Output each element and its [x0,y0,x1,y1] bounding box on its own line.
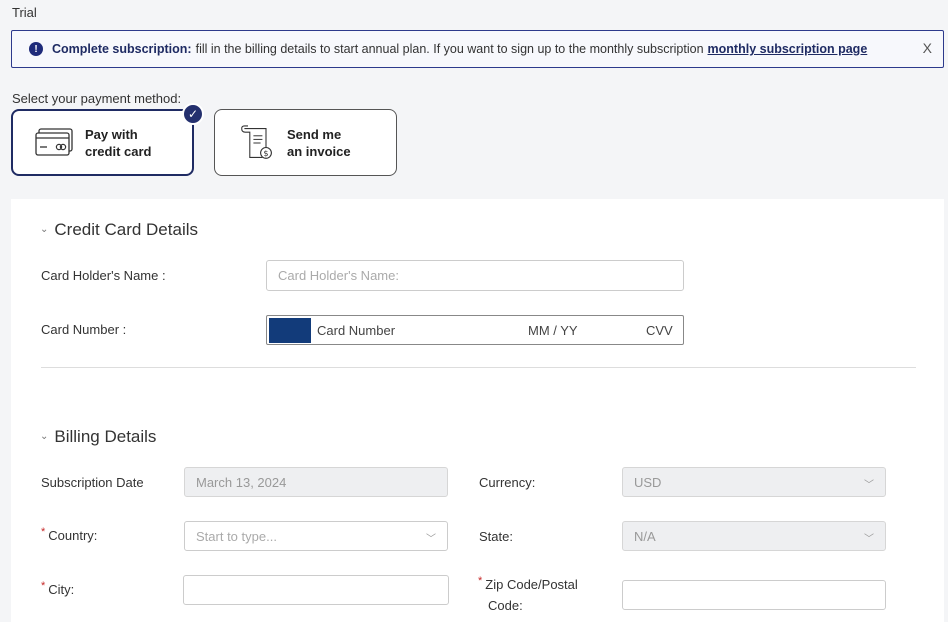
checkmark-icon: ✓ [182,103,204,125]
card-holder-name-placeholder: Card Holder's Name: [278,268,399,283]
currency-label: Currency: [479,475,536,490]
credit-card-icon [35,127,73,156]
pay-with-credit-card-option[interactable]: Pay with credit card ✓ [11,103,204,176]
state-select: N/A ﹀ [622,521,886,551]
subscription-alert: ! Complete subscription: fill in the bil… [11,30,944,68]
billing-section-title: Billing Details [54,427,157,446]
chevron-down-icon: ﹀ [426,534,436,545]
city-label-text: City: [48,582,75,597]
close-icon[interactable]: X [923,40,932,56]
currency-select: USD ﹀ [622,467,886,497]
required-marker: * [478,575,483,587]
chevron-down-icon: ﹀ [864,480,874,491]
card-number-label: Card Number : [41,322,127,337]
credit-card-section-title: Credit Card Details [54,220,198,239]
info-icon: ! [29,42,43,56]
country-label-text: Country: [48,528,98,543]
card-cvv-placeholder: CVV [646,323,673,338]
city-input[interactable] [183,575,449,605]
zip-label-line2: Code: [488,598,523,613]
invoice-option-line1: Send me [287,126,342,142]
card-brand-icon [269,318,311,343]
subscription-date-field: March 13, 2024 [184,467,448,497]
required-marker: * [41,526,46,538]
send-invoice-option[interactable]: $ Send me an invoice [214,109,397,176]
state-value: N/A [634,528,656,544]
alert-message: fill in the billing details to start ann… [195,42,704,56]
card-holder-name-input[interactable]: Card Holder's Name: [266,260,684,291]
chevron-down-icon: ⌄ [40,223,49,235]
card-number-field[interactable]: Card Number MM / YY CVV [266,315,684,345]
country-placeholder: Start to type... [196,528,277,544]
subscription-page: Trial ! Complete subscription: fill in t… [0,0,948,622]
zip-code-label: * Zip Code/Postal Code: [478,575,578,616]
country-select[interactable]: Start to type... ﹀ [184,521,448,551]
credit-card-section-toggle[interactable]: ⌄ Credit Card Details [40,220,198,240]
trial-label: Trial [12,5,37,20]
alert-strong-text: Complete subscription: [52,42,192,56]
details-panel: ⌄ Credit Card Details Card Holder's Name… [11,199,944,622]
card-holder-name-label: Card Holder's Name : [41,268,166,283]
subscription-date-label: Subscription Date [41,475,144,490]
subscription-date-value: March 13, 2024 [196,474,287,490]
required-marker: * [41,580,46,592]
state-label: State: [479,529,513,544]
currency-value: USD [634,474,662,490]
chevron-down-icon: ⌄ [40,430,49,442]
payment-method-label: Select your payment method: [12,91,182,106]
invoice-icon: $ [241,124,272,159]
card-expiry-placeholder: MM / YY [528,323,578,338]
country-label: * Country: [41,526,98,543]
credit-card-option-line2: credit card [85,143,152,159]
zip-code-input[interactable] [622,580,886,610]
svg-text:$: $ [263,148,268,158]
card-number-placeholder: Card Number [317,323,396,338]
chevron-down-icon: ﹀ [864,534,874,545]
city-label: * City: [41,580,75,597]
zip-label-line1: Zip Code/Postal [485,577,578,592]
monthly-subscription-link[interactable]: monthly subscription page [708,42,868,56]
section-divider [41,367,916,368]
credit-card-option-line1: Pay with [85,126,138,142]
invoice-option-line2: an invoice [287,143,351,159]
billing-section-toggle[interactable]: ⌄ Billing Details [40,427,156,447]
